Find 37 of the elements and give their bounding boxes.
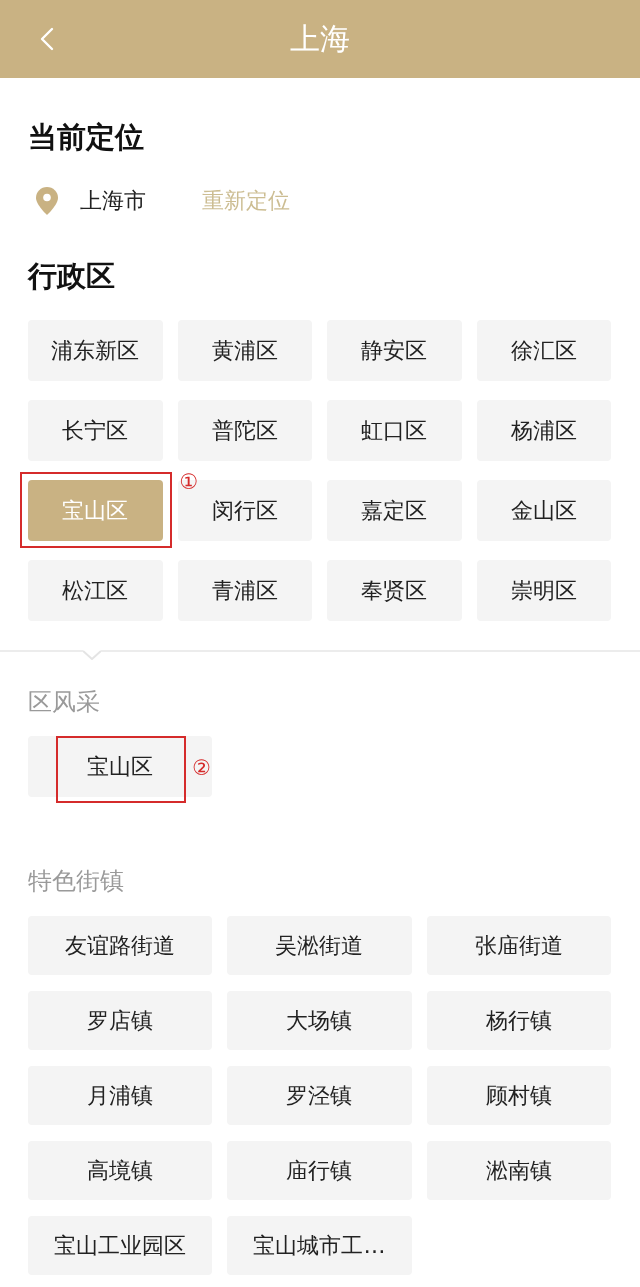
- back-icon: [40, 27, 54, 51]
- town-button[interactable]: 罗泾镇: [227, 1066, 412, 1126]
- town-button[interactable]: 高境镇: [28, 1141, 213, 1201]
- district-button[interactable]: 长宁区: [28, 399, 163, 461]
- district-button[interactable]: 黄浦区: [177, 319, 312, 381]
- district-button[interactable]: 普陀区: [177, 399, 312, 461]
- section-heading: 区风采: [28, 687, 101, 717]
- town-button[interactable]: 大场镇: [227, 991, 412, 1051]
- district-button[interactable]: 浦东新区: [28, 319, 163, 381]
- town-button[interactable]: 宝山工业园区: [28, 1216, 213, 1276]
- district-button[interactable]: 崇明区: [476, 559, 611, 621]
- district-button[interactable]: 虹口区: [327, 399, 462, 461]
- town-button[interactable]: 友谊路街道: [28, 916, 213, 976]
- district-button[interactable]: 松江区: [28, 559, 163, 621]
- town-button[interactable]: 淞南镇: [426, 1141, 611, 1201]
- section-heading: 特色街镇: [28, 867, 125, 897]
- section-heading: 行政区: [28, 258, 116, 294]
- district-button[interactable]: 金山区: [476, 479, 611, 541]
- district-button[interactable]: 奉贤区: [327, 559, 462, 621]
- district-button[interactable]: 静安区: [327, 319, 462, 381]
- annotation-number: ②: [192, 758, 212, 780]
- section-heading: 当前定位: [28, 120, 145, 155]
- district-button[interactable]: 青浦区: [177, 559, 312, 621]
- location-pin-icon: [36, 186, 58, 215]
- town-button[interactable]: 杨行镇: [426, 991, 611, 1051]
- town-button[interactable]: 宝山城市工…: [227, 1216, 412, 1276]
- current-city: 上海市: [80, 187, 146, 216]
- town-button[interactable]: 月浦镇: [28, 1066, 213, 1126]
- town-button[interactable]: 顾村镇: [426, 1066, 611, 1126]
- town-button[interactable]: 庙行镇: [227, 1141, 412, 1201]
- town-button[interactable]: 罗店镇: [28, 991, 213, 1051]
- district-button[interactable]: 杨浦区: [476, 399, 611, 461]
- district-button[interactable]: 徐汇区: [476, 319, 611, 381]
- page-title: 上海: [290, 21, 350, 57]
- district-button[interactable]: 嘉定区: [327, 479, 462, 541]
- town-button[interactable]: 张庙街道: [426, 916, 611, 976]
- town-button[interactable]: 吴淞街道: [227, 916, 412, 976]
